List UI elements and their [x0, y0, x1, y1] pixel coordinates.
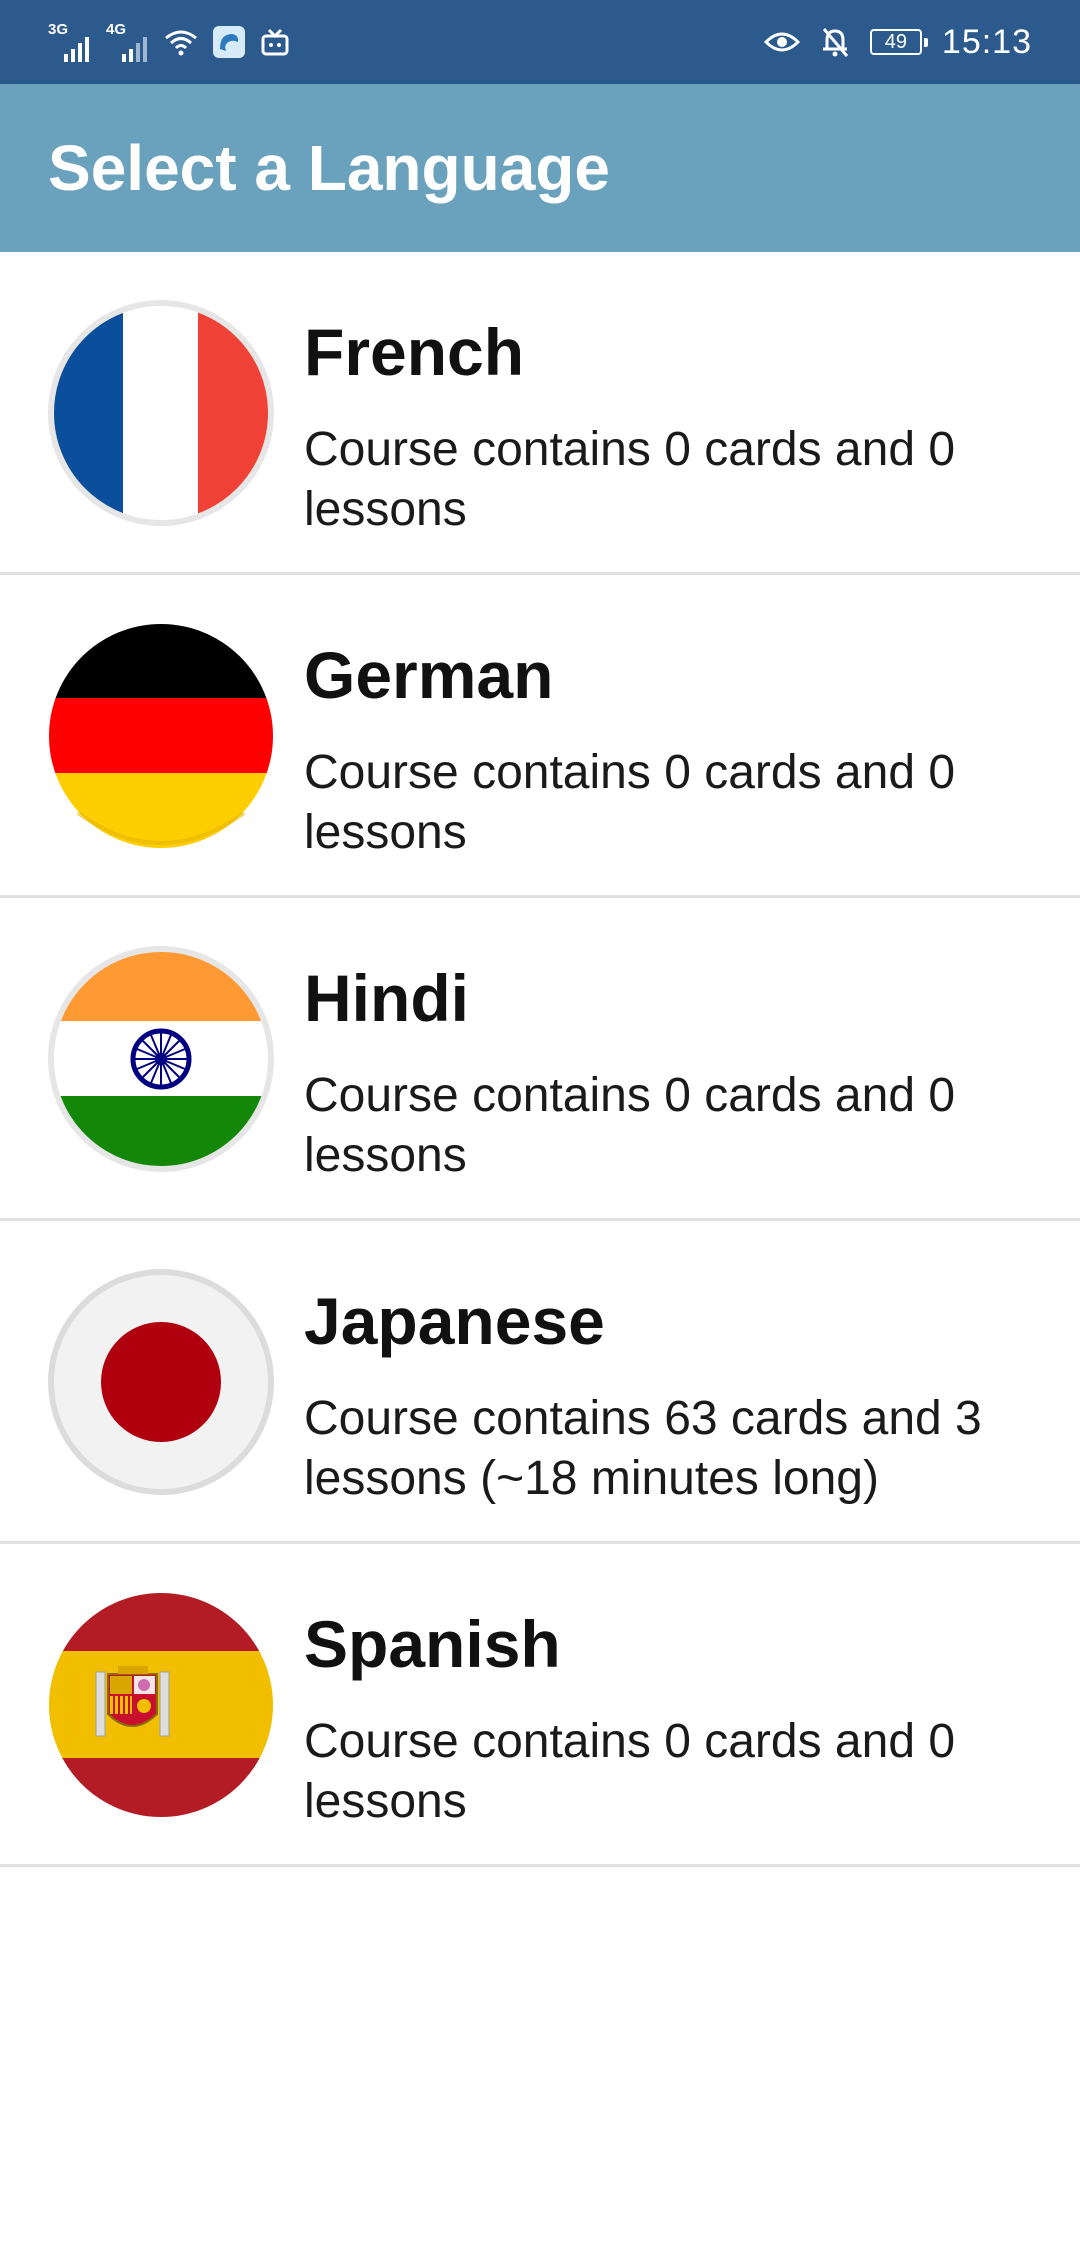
india-flag-icon: [48, 946, 274, 1172]
germany-flag-icon: [49, 624, 273, 848]
network-type-1: 3G: [48, 21, 69, 38]
language-item-spanish[interactable]: Spanish Course contains 0 cards and 0 le…: [0, 1544, 1080, 1867]
language-item-japanese[interactable]: Japanese Course contains 63 cards and 3 …: [0, 1221, 1080, 1544]
signal-icon: 3G: [48, 22, 92, 62]
notifications-off-icon: [822, 28, 849, 57]
japan-flag-icon: [48, 1269, 274, 1495]
language-description: Course contains 0 cards and 0 lessons: [304, 1069, 956, 1182]
language-description: Course contains 63 cards and 3 lessons (…: [304, 1392, 982, 1505]
app-bar: Select a Language: [0, 84, 1080, 252]
status-bar: 3G 4G 49 15:13: [0, 0, 1080, 84]
language-item-french[interactable]: French Course contains 0 cards and 0 les…: [0, 252, 1080, 575]
language-name: Spanish: [304, 1607, 561, 1681]
language-name: French: [304, 315, 525, 389]
page-title: Select a Language: [48, 132, 610, 204]
language-name: Hindi: [304, 961, 469, 1035]
language-list: French Course contains 0 cards and 0 les…: [0, 252, 1080, 1867]
battery-icon: 49: [869, 29, 928, 55]
language-description: Course contains 0 cards and 0 lessons: [304, 423, 956, 536]
tv-icon: [261, 28, 289, 56]
signal-icon: 4G: [106, 22, 150, 62]
network-type-2: 4G: [106, 21, 127, 38]
eye-icon: [763, 32, 800, 52]
status-bar-right: 49 15:13: [763, 0, 1032, 84]
spain-flag-icon: [49, 1593, 273, 1817]
language-name: Japanese: [304, 1284, 605, 1358]
status-bar-left: 3G 4G: [48, 0, 290, 84]
language-description: Course contains 0 cards and 0 lessons: [304, 746, 956, 859]
language-item-hindi[interactable]: Hindi Course contains 0 cards and 0 less…: [0, 898, 1080, 1221]
app-notification-icon: [213, 26, 245, 58]
language-description: Course contains 0 cards and 0 lessons: [304, 1715, 956, 1828]
language-name: German: [304, 638, 554, 712]
france-flag-icon: [48, 300, 274, 526]
wifi-icon: [165, 30, 197, 56]
status-time: 15:13: [941, 22, 1032, 61]
language-item-german[interactable]: German Course contains 0 cards and 0 les…: [0, 575, 1080, 898]
